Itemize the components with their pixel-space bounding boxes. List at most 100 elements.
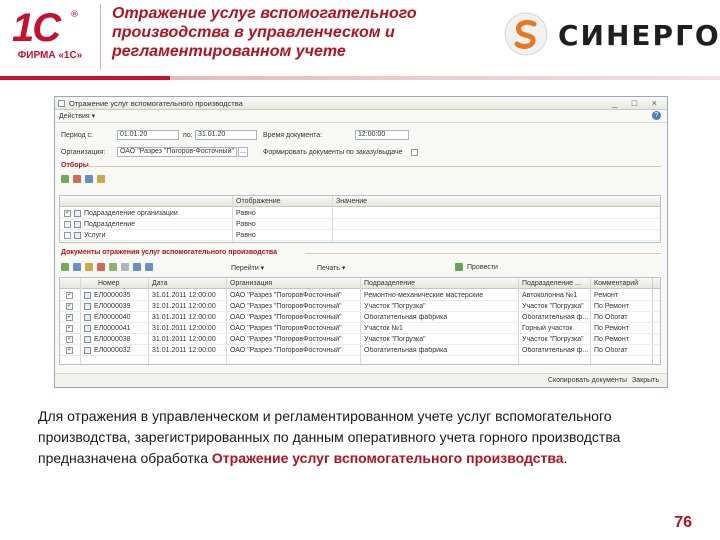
add-document-icon[interactable]: [61, 263, 69, 271]
filter-options-icon[interactable]: [97, 175, 105, 183]
document-checkbox[interactable]: [66, 314, 73, 321]
document-checkbox[interactable]: [66, 292, 73, 299]
org-label: Организация:: [61, 149, 106, 156]
filter-condition[interactable]: Равно: [236, 232, 256, 239]
filter-field-icon: [74, 221, 81, 228]
move-up-icon[interactable]: [133, 263, 141, 271]
document-checkbox[interactable]: [66, 303, 73, 310]
document-department: Обогатительная фабрика: [364, 314, 448, 321]
document-icon: [84, 303, 91, 310]
logo-1c-firm: ФИРМА «1С»: [17, 50, 83, 61]
filter-field-icon: [74, 232, 81, 239]
document-department: Участок "Погрузка": [364, 303, 426, 310]
filter-settings-icon[interactable]: [85, 175, 93, 183]
document-organization: ОАО "Разрез "ПогоровФосточный": [230, 292, 342, 299]
window-statusbar: Скопировать документы Закрыть: [55, 373, 667, 387]
period-to-field[interactable]: 31.01.20: [195, 130, 257, 140]
form-docs-checkbox[interactable]: [411, 149, 418, 156]
copy-documents-button[interactable]: Скопировать документы: [548, 377, 627, 384]
document-comment: По Обогат: [594, 314, 628, 321]
docs-col-date: Дата: [152, 280, 168, 287]
document-comment: По Ремонт: [594, 325, 629, 332]
synergo-name: СИНЕРГО: [558, 19, 720, 52]
document-icon: [84, 292, 91, 299]
edit-document-icon[interactable]: [85, 263, 93, 271]
caption-tail: .: [563, 450, 568, 466]
post-icon[interactable]: [455, 263, 463, 271]
filter-row[interactable]: Услуги Равно: [60, 230, 660, 241]
remove-filter-icon[interactable]: [73, 175, 81, 183]
synergo-logo: СИНЕРГО: [504, 12, 719, 58]
document-number: ЕЛ0000032: [94, 347, 131, 354]
document-number: ЕЛ0000041: [94, 325, 131, 332]
time-field[interactable]: 12:00:00: [355, 130, 409, 140]
print-menu[interactable]: Печать ▾: [317, 264, 345, 272]
document-date: 31.01.2011 12:00:00: [152, 292, 216, 299]
logo-1c-registered: ®: [70, 10, 79, 20]
document-icon: [84, 347, 91, 354]
goto-menu[interactable]: Перейти ▾: [231, 264, 264, 272]
docs-col-department2: Подразделение ...: [522, 280, 581, 287]
org-field[interactable]: ОАО "Разрез "Погоров-Фосточный": [117, 147, 237, 157]
filter-checkbox[interactable]: [64, 210, 71, 217]
slide-caption: Для отражения в управленческом и регламе…: [38, 406, 678, 469]
filter-checkbox[interactable]: [64, 232, 71, 239]
filter-row[interactable]: Подразделение организации Равно: [60, 208, 660, 219]
post-button[interactable]: Провести: [467, 264, 498, 271]
delete-document-icon[interactable]: [97, 263, 105, 271]
close-button[interactable]: Закрыть: [632, 377, 659, 384]
document-department: Участок "Погрузка": [364, 336, 426, 343]
document-row[interactable]: ЕЛ0000035 31.01.2011 12:00:00 ОАО "Разре…: [60, 290, 660, 301]
document-department: Обогатительная фабрика: [364, 347, 448, 354]
document-icon: [84, 336, 91, 343]
window-titlebar[interactable]: Отражение услуг вспомогательного произво…: [55, 97, 667, 110]
filter-condition[interactable]: Равно: [236, 210, 256, 217]
time-label: Время документа:: [263, 132, 323, 139]
document-row[interactable]: ЕЛ0000040 31.01.2011 12:00:00 ОАО "Разре…: [60, 312, 660, 323]
document-row[interactable]: ЕЛ0000032 31.01.2011 12:00:00 ОАО "Разре…: [60, 345, 660, 356]
document-department2: Обогатительная ф...: [522, 314, 589, 321]
period-from-field[interactable]: 01.01.20: [117, 130, 179, 140]
window-controls[interactable]: _ □ ×: [612, 98, 663, 108]
logo-1c-mark: 1С: [12, 6, 61, 50]
document-row[interactable]: ЕЛ0000041 31.01.2011 12:00:00 ОАО "Разре…: [60, 323, 660, 334]
filter-name: Услуги: [84, 232, 106, 239]
document-organization: ОАО "Разрез "ПогоровФосточный": [230, 314, 342, 321]
document-row[interactable]: ЕЛ0000039 31.01.2011 12:00:00 ОАО "Разре…: [60, 301, 660, 312]
actions-menu[interactable]: Действия ▾: [59, 112, 95, 120]
logo-1c: 1С ® ФИРМА «1С»: [8, 6, 92, 68]
filter-checkbox[interactable]: [64, 221, 71, 228]
document-organization: ОАО "Разрез "ПогоровФосточный": [230, 325, 342, 332]
copy-document-icon[interactable]: [73, 263, 81, 271]
docs-col-comment: Комментарий: [594, 280, 639, 287]
header-separator: [100, 4, 101, 70]
check-all-icon[interactable]: [109, 263, 117, 271]
docs-col-number: Номер: [98, 280, 120, 287]
filter-name: Подразделение: [84, 221, 136, 228]
filter-name: Подразделение организации: [84, 210, 178, 217]
document-department2: Обогатительная ф...: [522, 347, 589, 354]
docs-col-organization: Организация: [230, 280, 273, 287]
move-down-icon[interactable]: [145, 263, 153, 271]
synergo-s-icon: [504, 12, 548, 56]
help-icon[interactable]: ?: [652, 111, 661, 120]
add-filter-icon[interactable]: [61, 175, 69, 183]
filter-condition[interactable]: Равно: [236, 221, 256, 228]
document-organization: ОАО "Разрез "ПогоровФосточный": [230, 336, 342, 343]
document-department2: Участок "Погрузка": [522, 336, 584, 343]
window-title: Отражение услуг вспомогательного произво…: [69, 99, 243, 108]
filters-col-condition: Отображение: [236, 198, 281, 205]
period-to-label: по:: [183, 132, 193, 139]
document-checkbox[interactable]: [66, 325, 73, 332]
form-docs-label: Формировать документы по заказу/выдаче: [263, 149, 403, 156]
document-department2: Автоколонна №1: [522, 292, 578, 299]
document-checkbox[interactable]: [66, 347, 73, 354]
org-select-button[interactable]: ...: [238, 147, 248, 157]
document-checkbox[interactable]: [66, 336, 73, 343]
uncheck-all-icon[interactable]: [121, 263, 129, 271]
document-organization: ОАО "Разрез "ПогоровФосточный": [230, 303, 342, 310]
document-icon: [84, 314, 91, 321]
document-row[interactable]: ЕЛ0000038 31.01.2011 12:00:00 ОАО "Разре…: [60, 334, 660, 345]
filter-row[interactable]: Подразделение Равно: [60, 219, 660, 230]
filters-grid-header: Отображение Значение: [60, 196, 660, 207]
